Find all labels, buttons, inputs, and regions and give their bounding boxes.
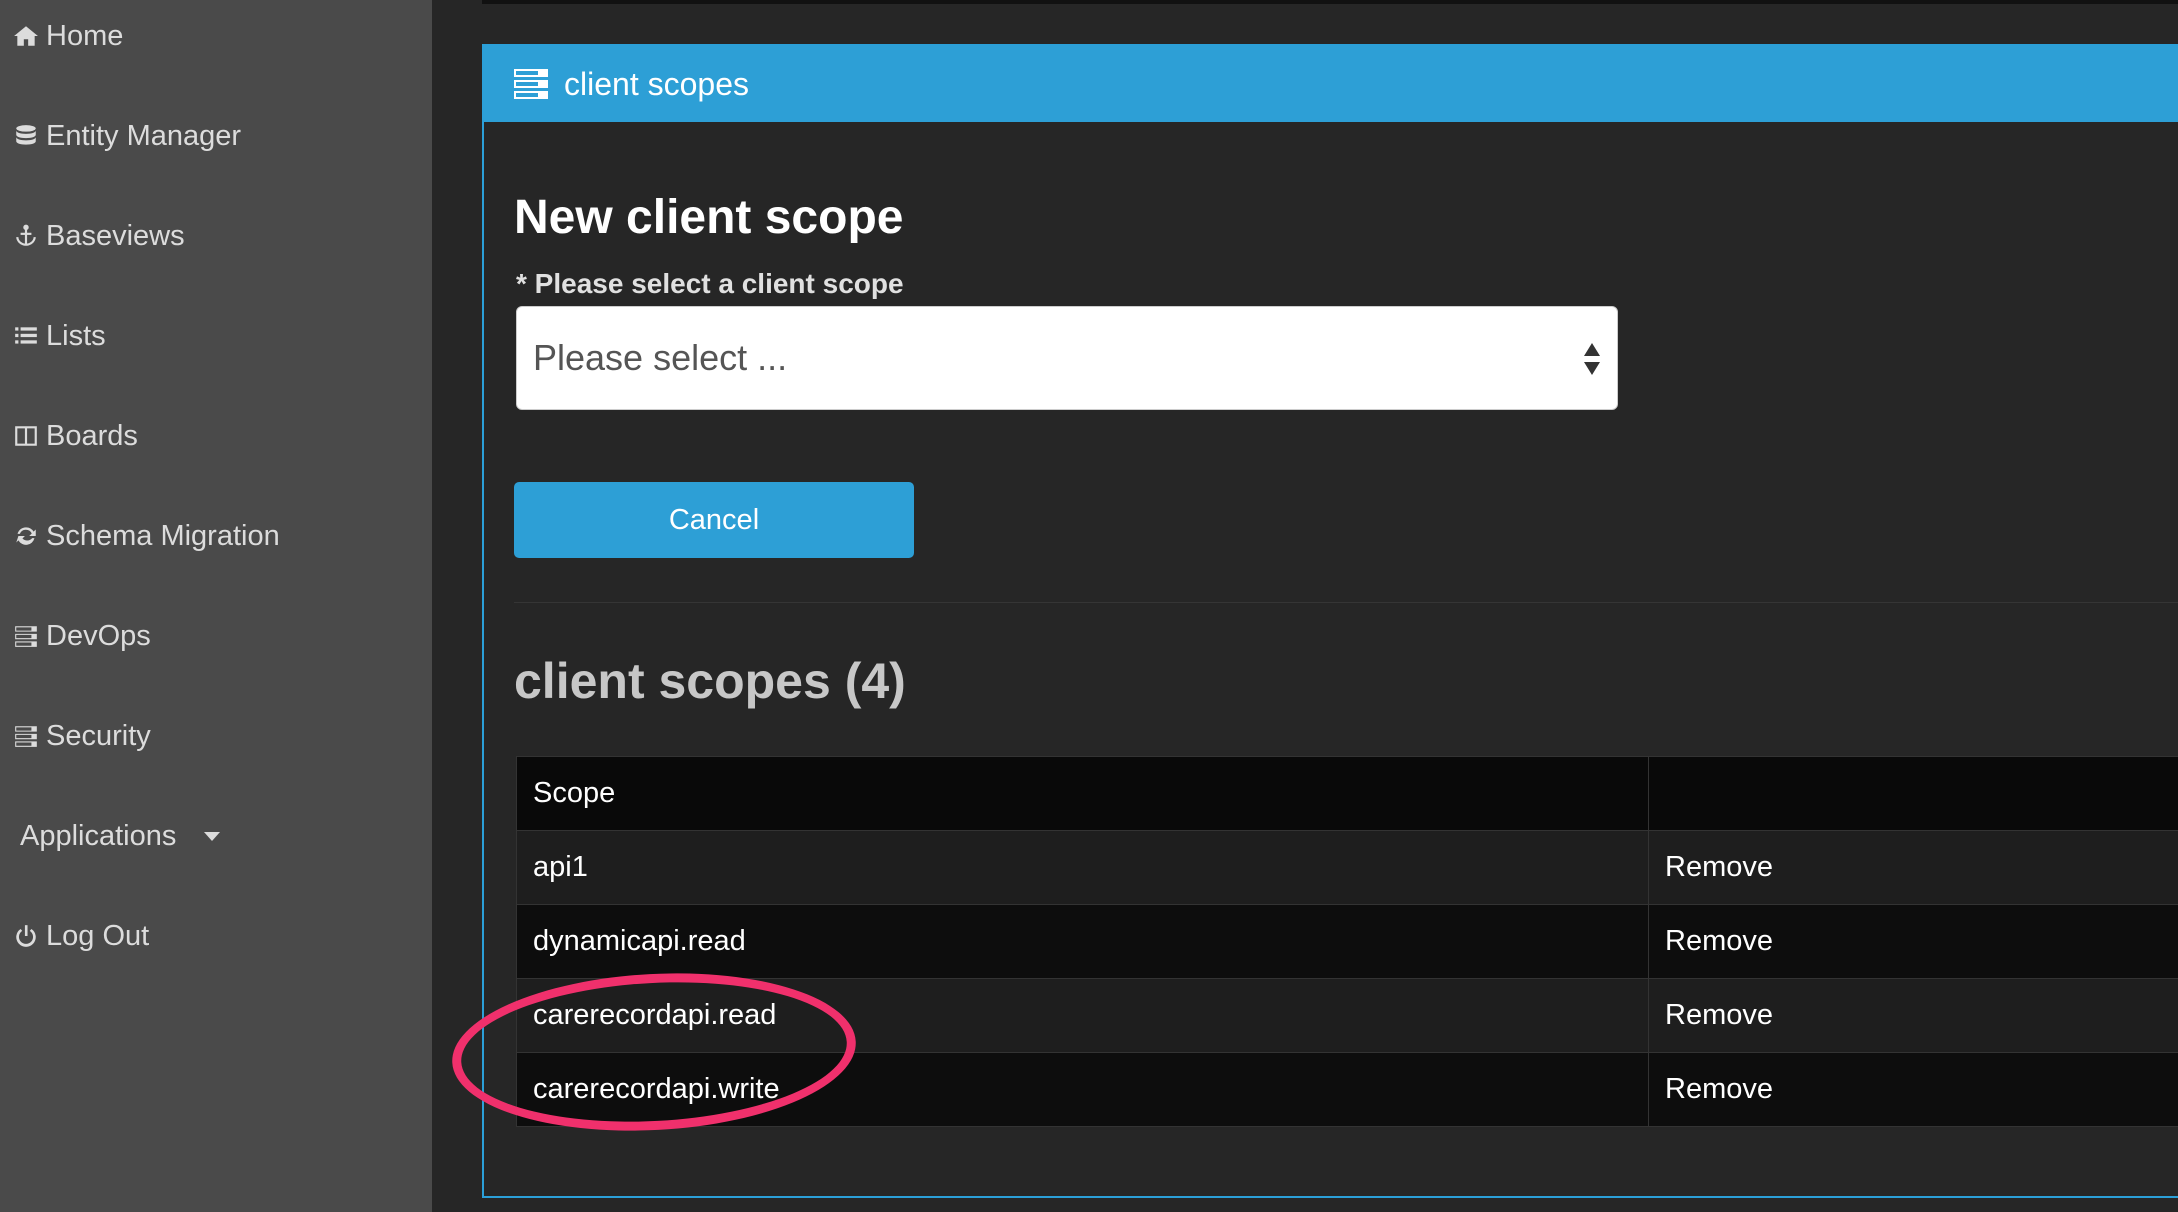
sidebar: Home Entity Manager Baseviews Lists Boar… xyxy=(0,0,432,1212)
client-scope-label: * Please select a client scope xyxy=(516,268,904,299)
client-scopes-table: Scope api1 Remove dynamicapi.read Remove… xyxy=(516,756,2178,1127)
sidebar-item-label: Log Out xyxy=(46,919,150,952)
select-value: Please select ... xyxy=(533,337,788,378)
sidebar-item-label: Baseviews xyxy=(46,219,185,252)
sidebar-item-label: Boards xyxy=(46,419,138,452)
sidebar-item-applications[interactable]: Applications xyxy=(20,806,221,866)
client-scopes-panel: client scopes New client scope * Please … xyxy=(482,44,2178,1198)
panel-header: client scopes xyxy=(484,46,2178,122)
sidebar-item-label: Security xyxy=(46,719,151,752)
scope-cell: dynamicapi.read xyxy=(516,904,1649,979)
sidebar-item-log-out[interactable]: Log Out xyxy=(12,906,149,966)
database-icon xyxy=(12,122,40,150)
sidebar-item-label: Applications xyxy=(20,819,177,852)
table-row: dynamicapi.read Remove xyxy=(516,904,2178,979)
remove-button[interactable]: Remove xyxy=(1665,999,1773,1031)
sidebar-item-label: Schema Migration xyxy=(46,519,280,552)
column-header-scope: Scope xyxy=(516,756,1649,831)
client-scope-select[interactable]: Please select ... xyxy=(516,306,1618,410)
sidebar-item-devops[interactable]: DevOps xyxy=(12,606,151,666)
table-row: carerecordapi.read Remove xyxy=(516,978,2178,1053)
scope-cell: api1 xyxy=(516,830,1649,905)
section-divider xyxy=(514,602,2178,603)
chevron-down-icon xyxy=(204,831,221,841)
form-heading: New client scope xyxy=(514,191,904,244)
columns-icon xyxy=(12,422,40,450)
remove-button[interactable]: Remove xyxy=(1665,1073,1773,1105)
select-arrows-icon xyxy=(1583,341,1601,377)
sidebar-item-label: Entity Manager xyxy=(46,119,242,152)
server-icon xyxy=(12,622,40,650)
sidebar-item-home[interactable]: Home xyxy=(12,6,123,66)
refresh-icon xyxy=(12,522,40,550)
sidebar-item-label: Lists xyxy=(46,319,106,352)
power-icon xyxy=(12,922,40,950)
sidebar-item-lists[interactable]: Lists xyxy=(12,306,106,366)
top-divider xyxy=(482,0,2178,4)
remove-button[interactable]: Remove xyxy=(1665,851,1773,883)
cancel-button[interactable]: Cancel xyxy=(514,482,914,558)
sidebar-item-boards[interactable]: Boards xyxy=(12,406,138,466)
table-row: api1 Remove xyxy=(516,830,2178,905)
table-row: carerecordapi.write Remove xyxy=(516,1052,2178,1127)
scope-cell: carerecordapi.read xyxy=(516,978,1649,1053)
sidebar-item-schema-migration[interactable]: Schema Migration xyxy=(12,506,280,566)
scope-cell: carerecordapi.write xyxy=(516,1052,1649,1127)
sidebar-item-entity-manager[interactable]: Entity Manager xyxy=(12,106,241,166)
table-header-row: Scope xyxy=(516,756,2178,831)
sidebar-item-security[interactable]: Security xyxy=(12,706,151,766)
column-header-action xyxy=(1648,756,2178,831)
server-icon xyxy=(514,69,548,99)
anchor-icon xyxy=(12,222,40,250)
list-icon xyxy=(12,322,40,350)
sidebar-item-label: Home xyxy=(46,19,124,52)
sidebar-item-baseviews[interactable]: Baseviews xyxy=(12,206,185,266)
list-heading: client scopes (4) xyxy=(514,653,906,709)
home-icon xyxy=(12,22,40,50)
remove-button[interactable]: Remove xyxy=(1665,925,1773,957)
panel-title: client scopes xyxy=(564,65,749,102)
server-icon xyxy=(12,722,40,750)
app-root: Home Entity Manager Baseviews Lists Boar… xyxy=(0,0,2178,1212)
sidebar-item-label: DevOps xyxy=(46,619,151,652)
